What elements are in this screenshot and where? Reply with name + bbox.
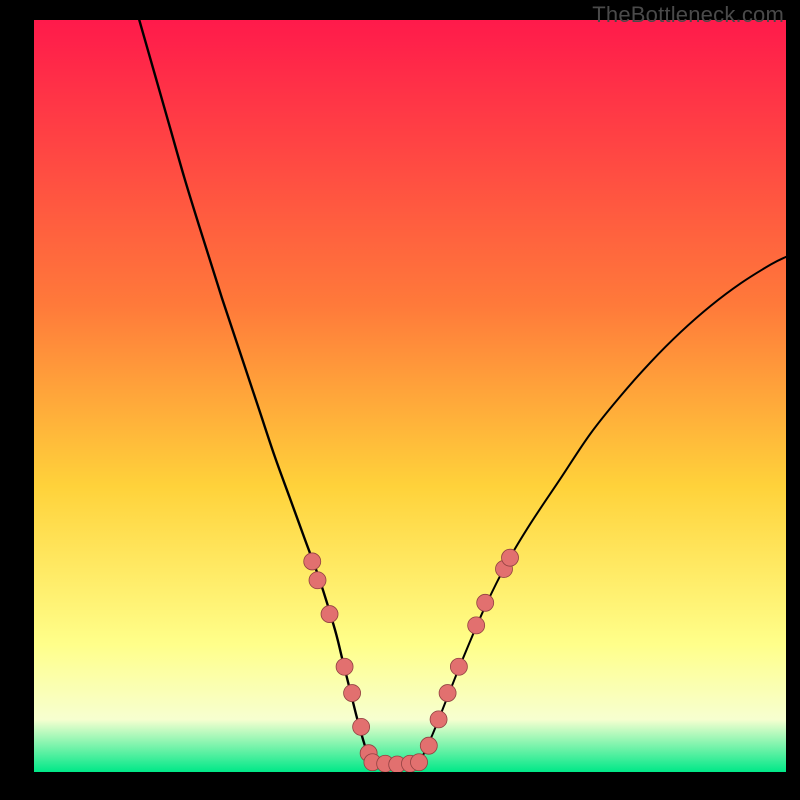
data-marker xyxy=(477,594,494,611)
outer-black-frame: TheBottleneck.com xyxy=(0,0,800,800)
data-marker xyxy=(344,685,361,702)
data-marker xyxy=(468,617,485,634)
data-marker xyxy=(439,685,456,702)
chart-svg xyxy=(34,20,786,772)
data-marker xyxy=(411,754,428,771)
data-marker xyxy=(450,658,467,675)
chart-plot-area xyxy=(34,20,786,772)
data-marker xyxy=(420,737,437,754)
data-marker xyxy=(430,711,447,728)
data-marker xyxy=(502,549,519,566)
data-marker xyxy=(321,606,338,623)
data-marker xyxy=(304,553,321,570)
data-marker xyxy=(309,572,326,589)
data-marker xyxy=(353,718,370,735)
gradient-background xyxy=(34,20,786,772)
watermark-text: TheBottleneck.com xyxy=(592,2,784,28)
data-marker xyxy=(336,658,353,675)
